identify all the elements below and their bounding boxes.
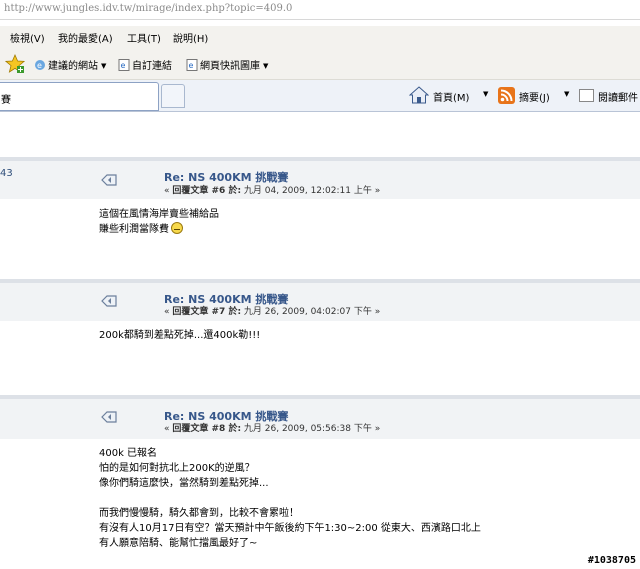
tab-current[interactable]: 賽 <box>0 82 159 111</box>
image-id-watermark: #1038705 <box>585 555 638 566</box>
address-url[interactable]: http://www.jungles.idv.tw/mirage/index.p… <box>4 3 292 14</box>
home-label: 首頁(M) <box>433 93 470 104</box>
svg-text:e: e <box>189 61 194 70</box>
favorites-bar: e 建議的網站 ▼ e 自訂連結 e 網頁快訊圖庫 ▼ <box>0 48 640 80</box>
meta-date: 九月 04, 2009, 12:02:11 上午 » <box>241 186 381 196</box>
post-line: 賺些利潤當隊費 <box>99 222 219 237</box>
menu-favorites[interactable]: 我的最愛(A) <box>58 30 113 45</box>
fav-web-slice-gallery[interactable]: e 網頁快訊圖庫 ▼ <box>186 57 268 72</box>
tab-bar: 賽 首頁(M) ▼ 摘要(J) ▼ 閱讀郵件 <box>0 80 640 112</box>
meta-reply: 回覆文章 #8 於: <box>172 424 242 434</box>
meta-reply: 回覆文章 #6 於: <box>172 186 242 196</box>
post-line <box>99 491 481 506</box>
post-7-meta: « 回覆文章 #7 於: 九月 26, 2009, 04:02:07 下午 » <box>164 304 380 317</box>
ie-page-icon: e <box>118 59 130 71</box>
post-7-body <box>0 321 640 395</box>
meta-reply: 回覆文章 #7 於: <box>172 307 242 317</box>
post-line: 400k 已報名 <box>99 448 158 459</box>
post-6-meta: « 回覆文章 #6 於: 九月 04, 2009, 12:02:11 上午 » <box>164 183 380 196</box>
menu-help[interactable]: 說明(H) <box>173 30 208 45</box>
chevron-down-icon: ▼ <box>101 62 107 70</box>
ie-page-icon: e <box>186 59 198 71</box>
menu-bar: 檢視(V) 我的最愛(A) 工具(T) 說明(H) <box>0 26 640 48</box>
smiley-icon <box>171 222 183 234</box>
meta-date: 九月 26, 2009, 04:02:07 下午 » <box>241 307 381 317</box>
post-icon <box>101 411 117 423</box>
home-dropdown[interactable]: ▼ <box>480 89 488 100</box>
favorites-star-icon[interactable] <box>5 54 25 74</box>
fav-web-slice-label: 網頁快訊圖庫 <box>200 61 260 72</box>
read-mail-button[interactable]: 閱讀郵件 <box>598 89 638 104</box>
post-7-text: 200k都騎到差點死掉...還400k勒!!! <box>99 328 260 343</box>
chevron-down-icon: ▼ <box>483 90 489 98</box>
home-icon[interactable] <box>409 86 429 104</box>
post-8-text: 400k 已報名 怕的是如何對抗北上200K的逆風？ 像你們騎這麼快，當然騎到差… <box>99 446 481 551</box>
new-tab-button[interactable] <box>161 84 185 108</box>
poster-info-fragment: 43 <box>0 168 13 179</box>
ie-page-icon: e <box>35 60 45 70</box>
post-line: 怕的是如何對抗北上200K的逆風？ <box>99 463 255 474</box>
chevron-down-icon: ▼ <box>263 62 269 70</box>
menu-view[interactable]: 檢視(V) <box>10 30 45 45</box>
feeds-button[interactable]: 摘要(J) <box>519 89 550 104</box>
post-8-meta: « 回覆文章 #8 於: 九月 26, 2009, 05:56:38 下午 » <box>164 421 380 434</box>
read-mail-label: 閱讀郵件 <box>598 93 638 104</box>
post-6-body <box>0 199 640 279</box>
feeds-dropdown[interactable]: ▼ <box>561 89 569 100</box>
post-icon <box>101 295 117 307</box>
svg-text:e: e <box>37 61 42 70</box>
menu-tools[interactable]: 工具(T) <box>127 30 161 45</box>
fav-custom-links[interactable]: e 自訂連結 <box>118 57 172 72</box>
post-line: 有沒有人10月17日有空？當天預計中午飯後約下午1:30~2:00 從東大、西濱… <box>99 523 481 534</box>
chevron-down-icon: ▼ <box>564 90 570 98</box>
meta-date: 九月 26, 2009, 05:56:38 下午 » <box>241 424 381 434</box>
fav-suggested-sites[interactable]: e 建議的網站 ▼ <box>34 57 106 72</box>
address-bar[interactable]: http://www.jungles.idv.tw/mirage/index.p… <box>0 0 640 20</box>
fav-custom-links-label: 自訂連結 <box>132 61 172 72</box>
read-mail-icon[interactable] <box>579 89 594 102</box>
rss-feed-icon[interactable] <box>498 87 515 104</box>
post-line: 有人願意陪騎、能幫忙擋風最好了~ <box>99 538 258 549</box>
post-icon <box>101 174 117 186</box>
svg-text:e: e <box>121 61 126 70</box>
home-button[interactable]: 首頁(M) <box>433 89 469 104</box>
post-6-text: 這個在風情海岸賣些補給品 賺些利潤當隊費 <box>99 207 219 237</box>
tab-current-title: 賽 <box>1 95 11 106</box>
post-line: 這個在風情海岸賣些補給品 <box>99 209 219 220</box>
post-line: 200k都騎到差點死掉...還400k勒!!! <box>99 330 261 341</box>
fav-suggested-label: 建議的網站 <box>48 61 98 72</box>
post-line: 而我們慢慢騎，騎久都會到，比較不會累啦！ <box>99 508 299 519</box>
feeds-label: 摘要(J) <box>519 93 550 104</box>
post-line: 像你們騎這麼快，當然騎到差點死掉... <box>99 478 269 489</box>
post-line-text: 賺些利潤當隊費 <box>99 224 169 235</box>
